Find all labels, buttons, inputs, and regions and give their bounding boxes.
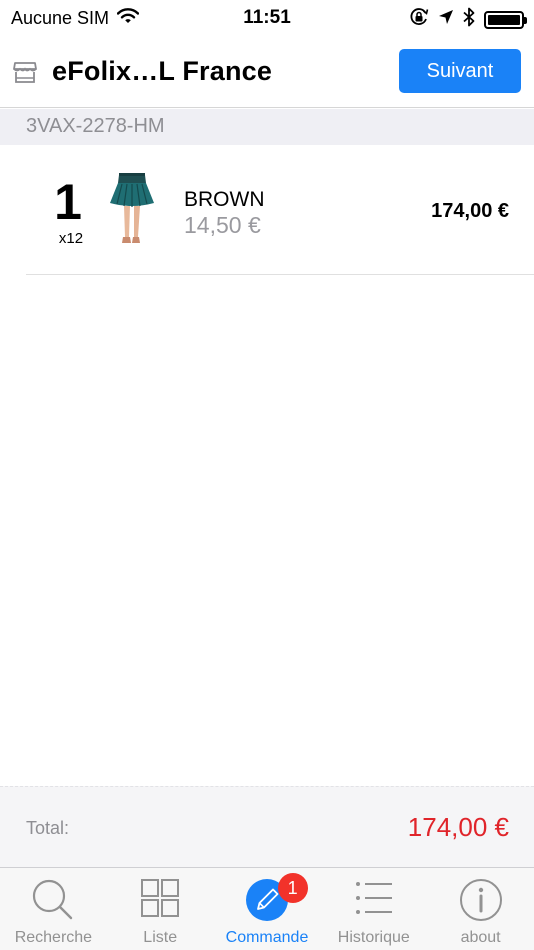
product-name: BROWN xyxy=(184,188,265,211)
tab-commande[interactable]: 1 Commande xyxy=(214,868,321,950)
page-title: eFolix…L France xyxy=(52,56,273,86)
line-total: 174,00 € xyxy=(431,200,509,222)
status-right xyxy=(409,7,527,32)
tab-about[interactable]: about xyxy=(427,868,534,950)
tab-historique[interactable]: Historique xyxy=(320,868,427,950)
order-count-badge: 1 xyxy=(277,873,308,903)
total-bar: Total: 174,00 € xyxy=(0,786,534,868)
next-button[interactable]: Suivant xyxy=(399,49,521,93)
orientation-lock-icon xyxy=(409,7,429,32)
battery-icon xyxy=(484,10,527,29)
item-quantity: 1 xyxy=(54,174,82,230)
tab-bar: Recherche Liste 1 Commande Historique ab… xyxy=(0,867,534,950)
tab-label: Recherche xyxy=(14,929,93,946)
unit-price: 14,50 € xyxy=(184,212,261,238)
search-icon xyxy=(33,879,73,920)
total-value: 174,00 € xyxy=(407,812,509,842)
grid-icon xyxy=(141,879,180,917)
location-arrow-icon xyxy=(438,9,454,30)
product-thumbnail xyxy=(105,173,157,245)
tab-label: Commande xyxy=(225,929,309,946)
navigation-bar: eFolix…L France Suivant xyxy=(0,36,534,108)
tab-recherche[interactable]: Recherche xyxy=(0,868,107,950)
list-icon xyxy=(355,882,392,914)
status-bar: Aucune SIM 11:51 xyxy=(0,0,534,36)
order-line-item[interactable]: 1 x12 BROWN 14,50 € 174,00 € xyxy=(0,145,534,275)
row-divider xyxy=(26,274,534,275)
tab-label: Historique xyxy=(337,929,410,946)
item-pack-size: x12 xyxy=(58,230,84,247)
order-reference: 3VAX-2278-HM xyxy=(26,115,165,137)
tab-label: about xyxy=(460,929,501,946)
store-icon xyxy=(12,59,38,85)
total-label: Total: xyxy=(26,818,70,838)
tab-label: Liste xyxy=(143,929,178,946)
info-icon xyxy=(459,879,502,921)
tab-liste[interactable]: Liste xyxy=(107,868,214,950)
section-header: 3VAX-2278-HM xyxy=(0,109,534,145)
bluetooth-icon xyxy=(463,7,475,32)
